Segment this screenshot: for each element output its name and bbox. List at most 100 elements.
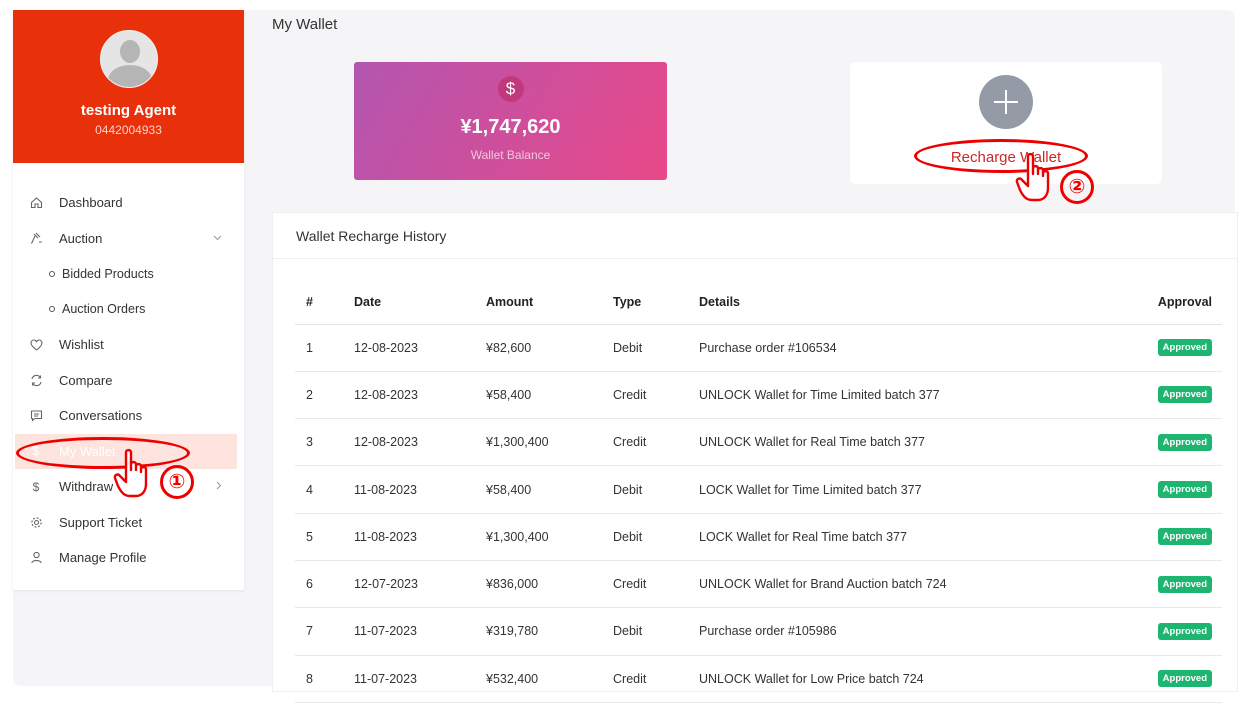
annotation-step-1: ①: [160, 465, 194, 499]
cell-amount: ¥58,400: [486, 465, 613, 514]
table-body: 1 12-08-2023 ¥82,600 Debit Purchase order #1…: [295, 324, 1222, 703]
dollar-icon: $: [497, 76, 524, 102]
wallet-balance-amount: ¥1,747,620: [460, 116, 561, 138]
sidebar: testing Agent 0442004933 Dashboard Aucti…: [13, 10, 244, 590]
sidebar-item-dashboard[interactable]: Dashboard: [13, 185, 244, 221]
pointing-hand-icon: [113, 448, 148, 498]
sidebar-item-compare[interactable]: Compare: [13, 363, 244, 399]
sidebar-item-label: Compare: [59, 372, 113, 388]
plus-icon: [979, 75, 1033, 129]
history-title: Wallet Recharge History: [273, 213, 1237, 259]
cell-details: UNLOCK Wallet for Real Time batch 377: [699, 418, 1104, 467]
column-header-details: Details: [699, 281, 1104, 325]
refresh-icon: [29, 373, 43, 387]
avatar-head: [119, 40, 140, 63]
sidebar-item-conversations[interactable]: Conversations: [13, 398, 244, 434]
sidebar-item-label: Support Ticket: [59, 514, 143, 530]
cell-amount: ¥1,300,400: [486, 418, 613, 467]
sidebar-item-label: Conversations: [59, 408, 143, 424]
sidebar-item-label: Dashboard: [59, 195, 123, 211]
profile-phone: 0442004933: [95, 123, 162, 137]
column-header-date: Date: [354, 281, 486, 325]
annotation-ellipse-recharge: [914, 139, 1088, 173]
cell-type: Debit: [613, 465, 699, 514]
cell-type: Credit: [613, 418, 699, 467]
sidebar-item-label: Bidded Products: [62, 266, 154, 281]
heart-icon: [29, 338, 43, 352]
cell-approval: Approved: [1104, 560, 1222, 609]
user-icon: [29, 551, 43, 565]
sidebar-item-label: Withdraw: [59, 479, 114, 495]
cell-details: LOCK Wallet for Time Limited batch 377: [699, 465, 1104, 514]
sidebar-item-auction[interactable]: Auction: [13, 221, 244, 257]
screen: testing Agent 0442004933 Dashboard Aucti…: [0, 0, 1248, 706]
sidebar-item-wishlist[interactable]: Wishlist: [13, 327, 244, 363]
table-header-row: # Date Amount Type Details Approval: [295, 281, 1222, 325]
profile-name: testing Agent: [80, 102, 177, 119]
cell-type: Credit: [613, 560, 699, 609]
cell-date: 12-08-2023: [354, 418, 486, 467]
cell-type: Debit: [613, 324, 699, 372]
cell-date: 12-08-2023: [354, 324, 486, 372]
sidebar-item-manage-profile[interactable]: Manage Profile: [13, 540, 244, 576]
table-row: 3 12-08-2023 ¥1,300,400 Credit UNLOCK Wallet…: [295, 418, 1222, 467]
column-header-type: Type: [613, 281, 699, 325]
cell-details: Purchase order #105986: [699, 607, 1104, 656]
sidebar-nav: Dashboard Auction Bidded Products Auctio…: [13, 185, 244, 576]
dollar-icon: $: [32, 479, 40, 494]
profile-header: testing Agent 0442004933: [13, 10, 244, 163]
status-badge: Approved: [1157, 433, 1212, 451]
annotation-step-2: ②: [1060, 170, 1094, 204]
cell-approval: Approved: [1104, 655, 1222, 703]
cell-type: Debit: [613, 513, 699, 561]
sidebar-item-auction-orders[interactable]: Auction Orders: [13, 292, 244, 328]
cell-index: 1: [295, 324, 354, 372]
cell-amount: ¥1,300,400: [486, 513, 613, 561]
cell-index: 6: [295, 560, 354, 609]
sidebar-item-support-ticket[interactable]: Support Ticket: [13, 505, 244, 541]
cell-index: 7: [295, 607, 354, 656]
home-icon: [29, 196, 43, 210]
status-badge: Approved: [1157, 528, 1212, 546]
status-badge: Approved: [1157, 339, 1212, 357]
status-badge: Approved: [1157, 622, 1212, 640]
cell-details: LOCK Wallet for Real Time batch 377: [699, 513, 1104, 561]
column-header-index: #: [295, 281, 354, 325]
avatar-body: [107, 65, 152, 87]
cell-approval: Approved: [1104, 324, 1222, 372]
cell-date: 12-07-2023: [354, 560, 486, 609]
status-badge: Approved: [1157, 481, 1212, 499]
cell-index: 5: [295, 513, 354, 561]
chat-icon: [29, 409, 43, 423]
chevron-down-icon[interactable]: [213, 233, 222, 244]
wallet-balance-card: $ ¥1,747,620 Wallet Balance: [354, 62, 667, 180]
chevron-right-icon[interactable]: [216, 481, 222, 493]
table-row: 1 12-08-2023 ¥82,600 Debit Purchase order #1…: [295, 324, 1222, 372]
wallet-balance-label: Wallet Balance: [470, 148, 551, 162]
sidebar-item-label: Manage Profile: [59, 550, 147, 566]
table-row: 5 11-08-2023 ¥1,300,400 Debit LOCK Wallet fo…: [295, 513, 1222, 561]
wallet-recharge-history: Wallet Recharge History # Date Amount Ty…: [272, 212, 1238, 703]
cell-index: 4: [295, 465, 354, 514]
table-row: 7 11-07-2023 ¥319,780 Debit Purchase order #…: [295, 607, 1222, 656]
cell-type: Credit: [613, 371, 699, 420]
cell-amount: ¥82,600: [486, 324, 613, 372]
history-table: # Date Amount Type Details Approval 1 12-…: [295, 281, 1222, 703]
circle-bullet-icon: [49, 270, 55, 277]
cell-approval: Approved: [1104, 513, 1222, 561]
cell-details: UNLOCK Wallet for Brand Auction batch 72…: [699, 560, 1104, 609]
annotation-ellipse-my-wallet: [16, 437, 190, 469]
sidebar-item-label: Auction: [59, 230, 103, 246]
table-row: 2 12-08-2023 ¥58,400 Credit UNLOCK Wallet fo…: [295, 371, 1222, 420]
sidebar-item-bidded-products[interactable]: Bidded Products: [13, 256, 244, 292]
cell-amount: ¥319,780: [486, 607, 613, 656]
cell-date: 11-07-2023: [354, 655, 486, 703]
cell-details: Purchase order #106534: [699, 324, 1104, 372]
column-header-amount: Amount: [486, 281, 613, 325]
cell-date: 11-08-2023: [354, 465, 486, 514]
sidebar-item-label: Auction Orders: [62, 302, 146, 317]
avatar[interactable]: [99, 30, 158, 88]
cell-index: 2: [295, 371, 354, 420]
status-badge: Approved: [1157, 575, 1212, 593]
cell-date: 11-07-2023: [354, 607, 486, 656]
